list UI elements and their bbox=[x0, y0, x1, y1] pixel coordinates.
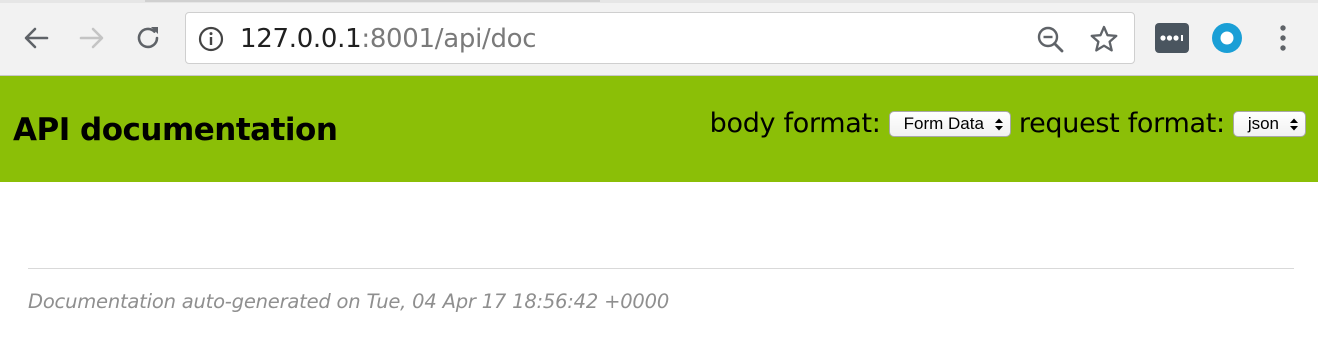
select-arrows-icon bbox=[1290, 118, 1298, 131]
page-title: API documentation bbox=[13, 112, 338, 148]
generated-timestamp: Documentation auto-generated on Tue, 04 … bbox=[28, 290, 670, 313]
lastpass-dots bbox=[1160, 35, 1183, 41]
zoom-out-icon[interactable] bbox=[1036, 25, 1066, 55]
tab-strip-edge bbox=[0, 0, 1318, 3]
arrow-left-icon bbox=[24, 27, 49, 49]
url-path: :8001/api/doc bbox=[361, 24, 537, 54]
body-format-label: body format: bbox=[709, 108, 881, 139]
forward-button[interactable] bbox=[74, 20, 110, 56]
format-controls: body format: Form Data request format: j… bbox=[710, 106, 1306, 142]
reload-icon bbox=[137, 27, 159, 49]
three-dots-icon[interactable] bbox=[1268, 22, 1298, 54]
request-format-select[interactable]: json bbox=[1232, 111, 1306, 137]
address-bar[interactable]: 127.0.0.1:8001/api/doc bbox=[185, 12, 1135, 64]
body-format-select[interactable]: Form Data bbox=[888, 111, 1011, 137]
star-icon[interactable] bbox=[1089, 24, 1119, 54]
url-text[interactable]: 127.0.0.1:8001/api/doc bbox=[240, 22, 537, 56]
arrow-right-icon bbox=[79, 27, 104, 49]
select-arrows-icon bbox=[994, 118, 1003, 131]
circle-extension-icon[interactable] bbox=[1211, 22, 1243, 54]
footer-divider bbox=[28, 268, 1294, 269]
browser-toolbar: 127.0.0.1:8001/api/doc bbox=[0, 0, 1318, 76]
lastpass-icon[interactable] bbox=[1155, 23, 1189, 53]
request-format-label: request format: bbox=[1018, 108, 1225, 139]
url-host: 127.0.0.1 bbox=[240, 24, 362, 54]
reload-button[interactable] bbox=[130, 20, 166, 56]
body-format-value: Form Data bbox=[903, 114, 984, 133]
api-header: API documentation body format: Form Data… bbox=[0, 76, 1318, 182]
info-icon[interactable] bbox=[198, 26, 224, 52]
request-format-value: json bbox=[1247, 114, 1279, 133]
back-button[interactable] bbox=[18, 20, 54, 56]
